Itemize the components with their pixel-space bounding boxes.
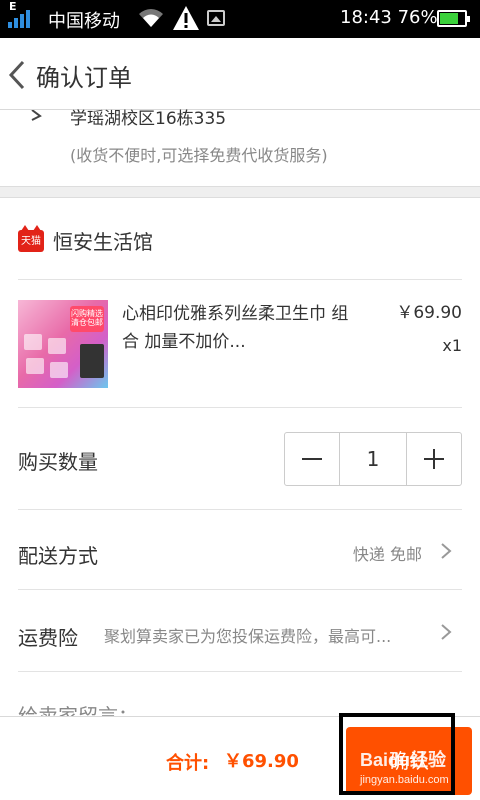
status-bar: E 中国移动 18:43 76%: [0, 0, 480, 38]
tmall-icon: 天猫: [18, 225, 44, 252]
purchase-quantity-row: 购买数量 1: [0, 408, 480, 510]
carrier-name: 中国移动: [48, 11, 120, 32]
baidu-watermark: Baidu经验: [360, 750, 447, 770]
address-line: 学瑶湖校区16栋335: [70, 109, 227, 129]
battery-icon: [437, 10, 470, 27]
image-icon: [207, 10, 225, 26]
product-item[interactable]: 闪购精选 清仓包邮 心相印优雅系列丝柔卫生巾 组合 加量不加价... ￥69.9…: [0, 280, 480, 408]
quantity-value[interactable]: 1: [339, 433, 407, 485]
shop-name: 恒安生活馆: [53, 230, 153, 254]
product-thumbnail: 闪购精选 清仓包邮: [18, 300, 108, 388]
app-header: 确认订单: [0, 38, 480, 110]
decrease-button[interactable]: [285, 433, 339, 485]
location-icon: [31, 110, 42, 121]
page-title: 确认订单: [36, 64, 132, 92]
thumbnail-tag: 闪购精选 清仓包邮: [70, 306, 104, 332]
delivery-method-value: 快递 免邮: [352, 545, 422, 564]
wifi-icon: [139, 9, 163, 27]
shipping-insurance-row[interactable]: 运费险 聚划算卖家已为您投保运费险，最高可...: [0, 590, 480, 672]
warning-icon: [173, 6, 199, 30]
shipping-address[interactable]: 学瑶湖校区16栋335 (收货不便时,可选择免费代收货服务): [0, 109, 480, 186]
address-note: (收货不便时,可选择免费代收货服务): [70, 146, 328, 165]
product-price: ￥69.90: [396, 303, 462, 323]
signal-icon: [8, 10, 36, 28]
shop-header[interactable]: 天猫 恒安生活馆: [0, 198, 480, 280]
chevron-right-icon: [441, 624, 452, 640]
back-arrow-icon[interactable]: [6, 58, 30, 92]
quantity-stepper: 1: [284, 432, 462, 486]
divider: [18, 671, 462, 672]
shipping-insurance-label: 运费险: [18, 626, 78, 650]
shipping-insurance-value: 聚划算卖家已为您投保运费险，最高可...: [104, 627, 392, 646]
delivery-method-label: 配送方式: [18, 544, 98, 568]
increase-button[interactable]: [407, 433, 461, 485]
chevron-right-icon: [441, 543, 452, 559]
product-name: 心相印优雅系列丝柔卫生巾 组合 加量不加价...: [122, 304, 349, 352]
clock-time: 18:43 76%: [340, 7, 438, 28]
baidu-watermark-url: jingyan.baidu.com: [360, 774, 449, 786]
section-divider: [0, 186, 480, 198]
total-value: ￥69.90: [224, 751, 299, 772]
delivery-method-row[interactable]: 配送方式 快递 免邮: [0, 510, 480, 590]
purchase-quantity-label: 购买数量: [18, 450, 98, 474]
total-label: 合计:: [166, 753, 210, 774]
product-quantity: x1: [442, 336, 462, 355]
